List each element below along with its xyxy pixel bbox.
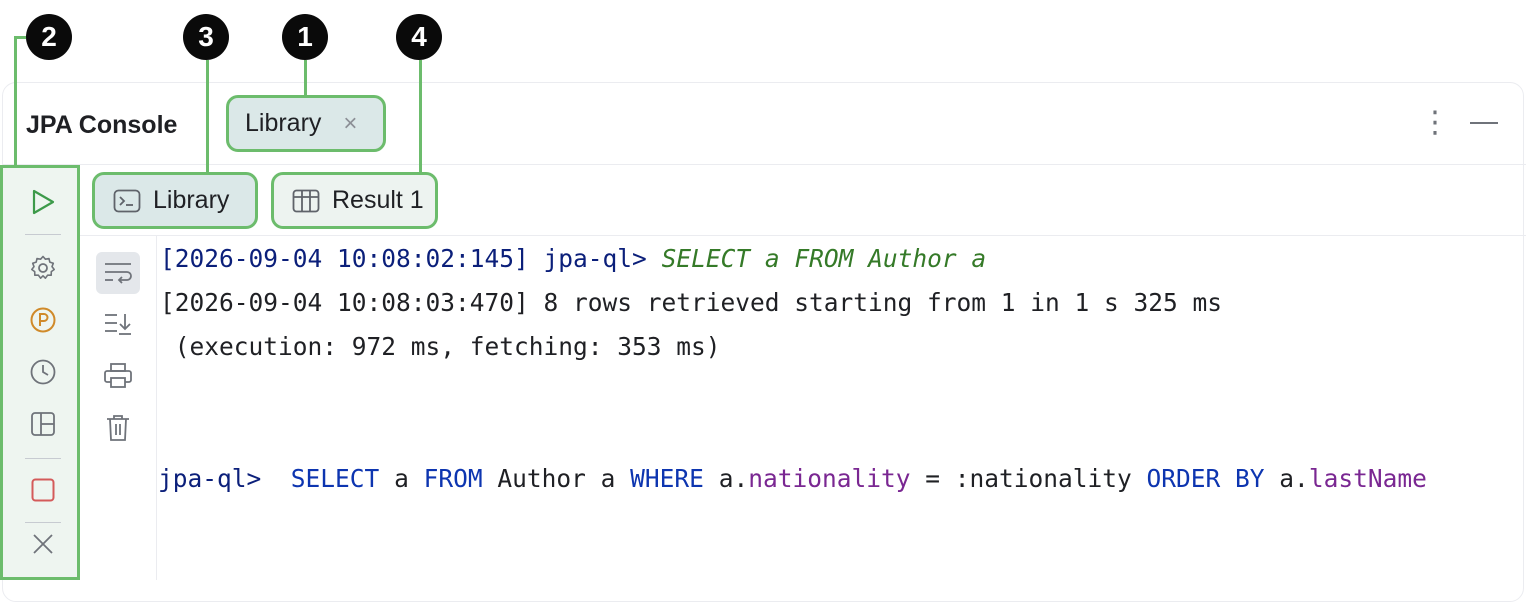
header-divider — [2, 164, 1526, 165]
panel-title: JPA Console — [26, 111, 178, 139]
callout-3: 3 — [183, 14, 229, 60]
run-icon[interactable] — [23, 182, 63, 222]
toolbar-separator — [25, 458, 61, 459]
trash-icon[interactable] — [96, 407, 140, 449]
gear-icon[interactable] — [23, 248, 63, 288]
query-token: = :nationality — [925, 464, 1132, 493]
query-token: ORDER BY — [1146, 464, 1265, 493]
query-token: a — [394, 464, 409, 493]
table-icon — [292, 189, 320, 213]
query-input[interactable]: SELECT a FROM Author a WHERE a.nationali… — [291, 464, 1427, 493]
gutter-divider — [156, 236, 157, 580]
subtab-result-1[interactable]: Result 1 — [271, 172, 438, 229]
query-token: nationality — [748, 464, 911, 493]
print-icon[interactable] — [96, 355, 140, 397]
callout-1: 1 — [282, 14, 328, 60]
tab-library[interactable]: Library × — [226, 95, 386, 152]
input-prompt: jpa-ql> — [158, 464, 262, 493]
close-tab-icon[interactable]: × — [343, 111, 357, 136]
toolbar-separator — [25, 234, 61, 235]
query-token: a. — [1279, 464, 1309, 493]
subtab-console-library[interactable]: Library — [92, 172, 258, 229]
query-token: WHERE — [630, 464, 704, 493]
more-options-icon[interactable]: ⋮ — [1420, 106, 1450, 140]
query-token: lastName — [1308, 464, 1427, 493]
console-input-line[interactable]: jpa-ql> SELECT a FROM Author a WHERE a.n… — [158, 463, 1427, 495]
console-icon — [113, 189, 141, 213]
query-token: Author a — [497, 464, 616, 493]
minimize-icon[interactable] — [1470, 122, 1498, 124]
subtabs-divider — [80, 235, 1526, 236]
callout-4-line — [419, 60, 422, 173]
close-icon[interactable] — [23, 524, 63, 564]
callout-2: 2 — [26, 14, 72, 60]
subtab-result-label: Result 1 — [332, 186, 424, 214]
query-token: a. — [718, 464, 749, 493]
stop-icon[interactable] — [23, 470, 63, 510]
callout-4: 4 — [396, 14, 442, 60]
console-line-timing: (execution: 972 ms, fetching: 353 ms) — [160, 332, 721, 361]
callout-3-line — [206, 60, 209, 173]
scroll-to-end-icon[interactable] — [96, 303, 140, 345]
parameters-icon[interactable] — [23, 300, 63, 340]
callout-1-line — [304, 60, 307, 96]
prompt: jpa-ql> — [543, 244, 647, 273]
subtab-library-label: Library — [153, 186, 230, 214]
query-token: SELECT — [290, 464, 380, 493]
console-toolbar — [0, 165, 80, 580]
query-token: FROM — [423, 464, 483, 493]
tab-library-label: Library — [245, 109, 322, 137]
callout-2-line-v — [14, 36, 17, 166]
history-icon[interactable] — [23, 352, 63, 392]
console-line-result: [2026-09-04 10:08:03:470] 8 rows retriev… — [160, 288, 1223, 317]
executed-query: SELECT a FROM Author a — [661, 244, 987, 273]
toolbar-separator — [25, 522, 61, 523]
console-line-query: [2026-09-04 10:08:02:145] jpa-ql> SELECT… — [160, 243, 986, 275]
layout-icon[interactable] — [23, 404, 63, 444]
timestamp: [2026-09-04 10:08:02:145] — [160, 244, 529, 273]
soft-wrap-icon[interactable] — [96, 252, 140, 294]
